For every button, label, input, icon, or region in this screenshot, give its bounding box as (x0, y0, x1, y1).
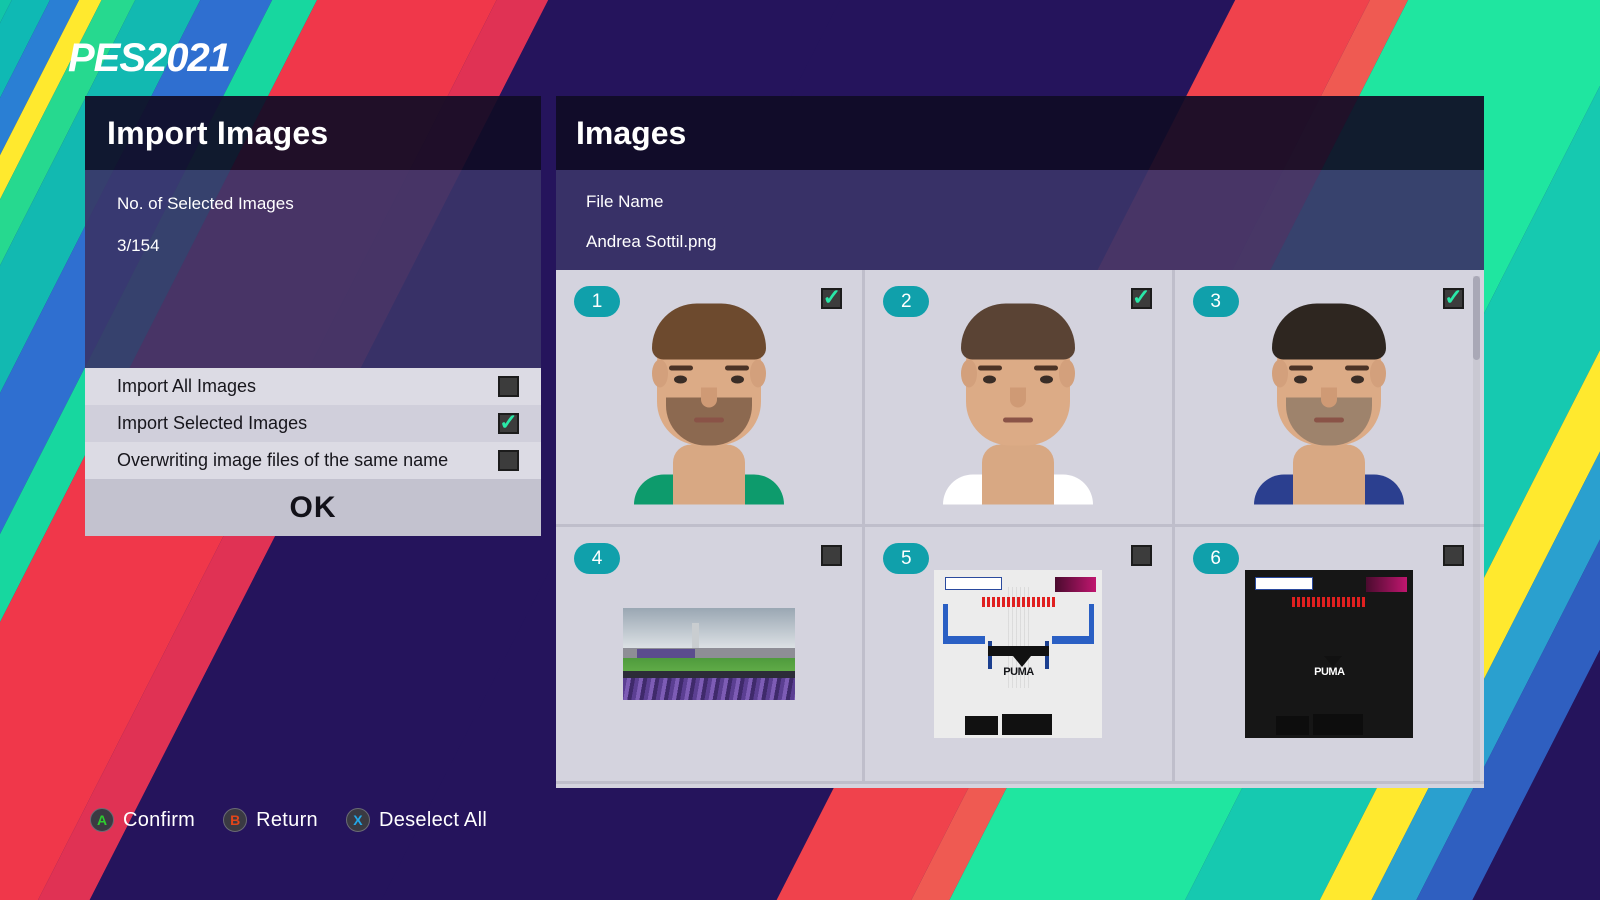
image-grid-cell[interactable]: 1 (556, 270, 866, 527)
image-index-badge: 1 (574, 286, 620, 317)
image-select-checkbox[interactable] (1130, 288, 1152, 309)
checkbox-import-selected-images[interactable] (498, 413, 519, 434)
option-label: Import Selected Images (117, 413, 308, 433)
gamepad-button-b-icon: B (223, 808, 248, 832)
footer-button-legend: A Confirm B Return X Deselect All (90, 808, 487, 832)
import-panel-title: Import Images (107, 114, 329, 151)
image-index-badge: 2 (883, 286, 930, 317)
checkbox-overwrite-same-name[interactable] (498, 450, 519, 471)
footer-button-label: Return (256, 808, 318, 831)
image-grid-cell[interactable]: 2 (865, 270, 1175, 527)
footer-button-return[interactable]: B Return (223, 808, 318, 832)
option-overwrite-same-name[interactable]: Overwriting image files of the same name (85, 442, 541, 479)
selected-count-value: 3/154 (117, 236, 160, 255)
grid-scrollbar-thumb[interactable] (1473, 276, 1480, 360)
image-grid-cell[interactable]: 4 (556, 527, 866, 784)
image-index-badge: 6 (1192, 543, 1239, 574)
footer-button-label: Deselect All (378, 808, 488, 831)
portrait-thumbnail (934, 290, 1102, 505)
kit-brand-label: PUMA (1003, 665, 1034, 678)
image-grid-container: 1 2 3 4 5 PUMA 6 PUMA (556, 270, 1484, 788)
portrait-image (934, 290, 1102, 505)
selected-count-label: No. of Selected Images (117, 194, 294, 213)
image-grid-cell[interactable]: 5 PUMA (865, 527, 1175, 784)
image-select-checkbox[interactable] (821, 288, 843, 309)
image-grid: 1 2 3 4 5 PUMA 6 PUMA (556, 270, 1484, 784)
footer-button-label: Confirm (123, 808, 196, 831)
images-panel-meta: File Name Andrea Sottil.png (556, 170, 1484, 270)
image-index-badge: 4 (574, 543, 620, 574)
images-panel: Images File Name Andrea Sottil.png 1 2 3 4 5… (556, 96, 1484, 788)
portrait-image (1245, 290, 1413, 505)
ok-button[interactable]: OK (85, 479, 541, 536)
image-grid-cell[interactable]: 6 PUMA (1174, 527, 1484, 784)
file-name-value: Andrea Sottil.png (586, 232, 717, 251)
footer-button-confirm[interactable]: A Confirm (90, 808, 195, 832)
kit-brand-label: PUMA (1314, 665, 1345, 678)
option-label: Import All Images (117, 376, 257, 396)
image-index-badge: 3 (1192, 286, 1239, 317)
gamepad-button-a-icon: A (90, 808, 114, 832)
images-panel-title: Images (576, 114, 687, 151)
import-images-panel: Import Images No. of Selected Images 3/1… (85, 96, 541, 536)
kit-light-thumbnail: PUMA (934, 570, 1103, 738)
image-select-checkbox[interactable] (821, 545, 843, 566)
image-select-checkbox[interactable] (1443, 545, 1464, 566)
stadium-thumbnail (623, 608, 796, 700)
portrait-thumbnail (625, 290, 793, 505)
checkbox-import-all-images[interactable] (498, 376, 519, 397)
option-import-all-images[interactable]: Import All Images (85, 368, 541, 405)
pes-logo-text: PES2021 (68, 36, 231, 80)
option-import-selected-images[interactable]: Import Selected Images (85, 405, 541, 442)
kit-texture-image: PUMA (1245, 570, 1414, 738)
footer-button-deselect-all[interactable]: X Deselect All (345, 808, 488, 832)
images-panel-titlebar: Images (556, 96, 1484, 170)
kit-dark-thumbnail: PUMA (1245, 570, 1414, 738)
import-panel-body: No. of Selected Images 3/154 (85, 170, 541, 368)
image-grid-cell[interactable]: 3 (1174, 270, 1484, 527)
gamepad-button-x-icon: X (345, 808, 370, 832)
option-label: Overwriting image files of the same name (117, 450, 449, 470)
stadium-image (623, 608, 796, 700)
import-panel-titlebar: Import Images (85, 96, 541, 170)
ok-button-label: OK (289, 490, 337, 524)
image-index-badge: 5 (883, 543, 930, 574)
portrait-image (625, 290, 793, 505)
kit-texture-image: PUMA (934, 570, 1103, 738)
pes-logo: PES2021 (68, 36, 231, 81)
portrait-thumbnail (1245, 290, 1413, 505)
image-select-checkbox[interactable] (1443, 288, 1464, 309)
image-select-checkbox[interactable] (1130, 545, 1152, 566)
file-name-label: File Name (586, 192, 664, 211)
grid-scrollbar[interactable] (1473, 276, 1480, 782)
